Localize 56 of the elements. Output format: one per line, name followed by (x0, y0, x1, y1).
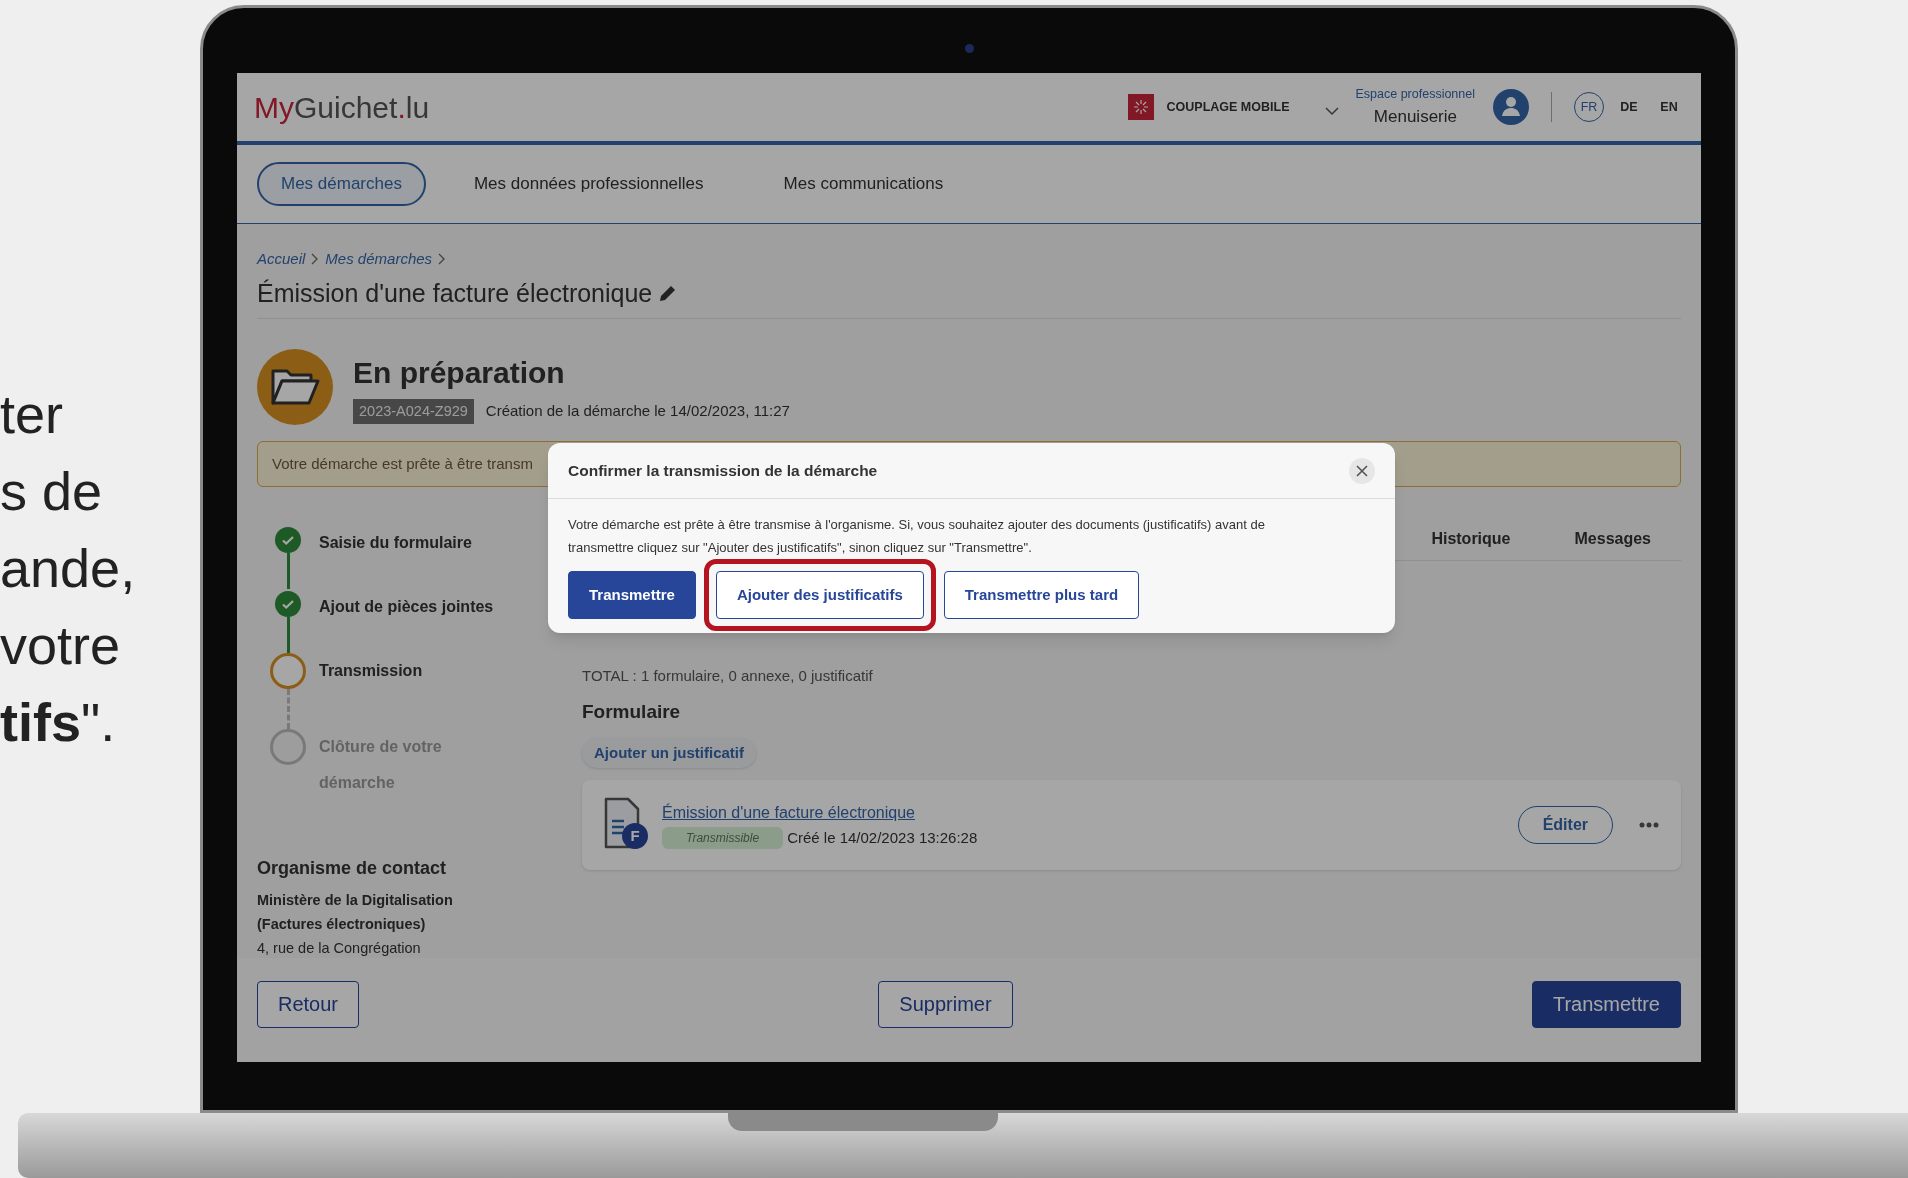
sunburst-logo-icon (1127, 94, 1154, 120)
avatar-icon[interactable] (1493, 89, 1529, 125)
dialog-title: Confirmer la transmission de la démarche (568, 460, 878, 481)
add-document-button[interactable]: Ajouter un justificatif (582, 738, 756, 768)
alert-text: Votre démarche est prête à être transm (272, 453, 533, 474)
contact-heading: Organisme de contact (257, 857, 448, 880)
form-created-date: Créé le 14/02/2023 13:26:28 (787, 827, 978, 848)
section-title: Formulaire (582, 699, 682, 724)
chevron-down-icon[interactable] (1325, 106, 1340, 116)
step-label: Clôture de votre démarche (319, 737, 443, 793)
status-badge: Transmissible (662, 827, 784, 849)
step-label: Saisie du formulaire (319, 533, 473, 553)
outline-button[interactable]: Supprimer (878, 980, 1013, 1028)
outline-button[interactable]: Ajouter des justificatifs (715, 571, 924, 619)
language-option[interactable]: EN (1654, 92, 1684, 122)
breadcrumb-link[interactable]: Accueil (257, 248, 306, 271)
site-logo[interactable]: MyGuichet.lu (254, 84, 430, 130)
chevron-right-icon (311, 253, 320, 266)
step-label: Ajout de pièces jointes (319, 597, 495, 617)
slide-text-line: tifs". (0, 691, 116, 754)
camera-icon (965, 44, 974, 53)
language-option[interactable]: DE (1614, 92, 1644, 122)
page-title: Émission d'une facture électronique (257, 277, 653, 309)
total-summary: TOTAL : 1 formulaire, 0 annexe, 0 justificatif (582, 666, 873, 686)
content-tab[interactable]: Messages (1574, 525, 1651, 553)
primary-button[interactable]: Transmettre (568, 571, 696, 619)
form-badge: F (622, 823, 648, 849)
step-current-ring (270, 653, 306, 689)
primary-button[interactable]: Transmettre (1531, 980, 1681, 1028)
nav-tab[interactable]: Mes démarches (257, 162, 426, 206)
chevron-right-icon (438, 253, 447, 266)
more-icon[interactable] (1639, 822, 1659, 828)
organisation-name: (Factures électroniques) (257, 915, 427, 934)
nav-tab[interactable]: Mes données professionnelles (451, 162, 726, 206)
outline-button[interactable]: Transmettre plus tard (943, 571, 1140, 619)
form-title-link[interactable]: Émission d'une facture électronique (662, 800, 978, 825)
organisation-name: Ministère de la Digitalisation (257, 891, 454, 910)
step-label: Transmission (319, 661, 424, 681)
organisation-address: 4, rue de la Congrégation (257, 939, 422, 958)
breadcrumb-link[interactable]: Mes démarches (325, 248, 433, 271)
space-name: Menuiserie (1373, 105, 1457, 128)
outline-button[interactable]: Retour (257, 980, 360, 1028)
reference-badge: 2023-A024-Z929 (353, 398, 474, 425)
nav-tab[interactable]: Mes communications (761, 162, 966, 206)
slide-text-line: votre (0, 614, 121, 677)
slide-text-line: s de (0, 460, 103, 523)
coupling-label: COUPLAGE MOBILE (1166, 98, 1290, 116)
slide-text-line: ter (0, 383, 64, 446)
slide-text-line: ande, (0, 537, 136, 600)
creation-date: Création de la démarche le 14/02/2023, 11:27 (485, 401, 790, 422)
status-title: En préparation (353, 354, 566, 391)
dialog-message: Votre démarche est prête à être transmise à l'organisme. Si, vous souhaitez ajouter des documents (justificatifs) avant de transmettre cliquez sur "Ajouter des justificatifs", sinon cliquez sur "Transmettre". (568, 516, 1266, 557)
content-tab[interactable]: Historique (1431, 525, 1511, 553)
close-button[interactable] (1349, 457, 1375, 484)
close-icon (1356, 464, 1368, 477)
space-label: Espace professionnel (1355, 85, 1475, 103)
